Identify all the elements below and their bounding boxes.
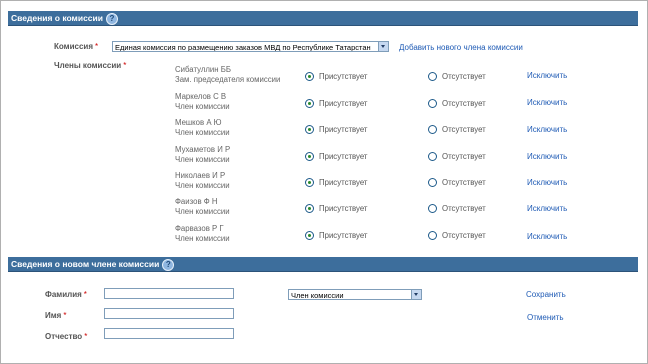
absent-radio[interactable]	[428, 178, 437, 187]
member-role: Член комиссии	[175, 128, 230, 137]
absent-radio[interactable]	[428, 152, 437, 161]
member-info: Мухаметов И Р Член комиссии	[175, 145, 230, 165]
commission-select[interactable]: Единая комиссия по размещению заказов МВ…	[112, 41, 389, 52]
absent-label: Отсутствует	[442, 178, 486, 187]
member-role: Член комиссии	[175, 155, 230, 164]
member-row: Фаизов Ф Н Член комиссии Присутствует От…	[0, 197, 648, 223]
present-label: Присутствует	[319, 125, 368, 134]
commission-label: Комиссия *	[54, 42, 98, 51]
cancel-link[interactable]: Отменить	[527, 313, 564, 322]
exclude-link[interactable]: Исключить	[527, 98, 567, 107]
present-radio[interactable]	[305, 152, 314, 161]
member-info: Мешков А Ю Член комиссии	[175, 118, 230, 138]
absent-radio[interactable]	[428, 72, 437, 81]
member-name: Николаев И Р	[175, 171, 226, 180]
commission-section-header: Сведения о комиссии?	[8, 11, 638, 26]
absent-label: Отсутствует	[442, 204, 486, 213]
exclude-link[interactable]: Исключить	[527, 204, 567, 213]
absent-label: Отсутствует	[442, 72, 486, 81]
member-role: Член комиссии	[175, 207, 230, 216]
present-label: Присутствует	[319, 152, 368, 161]
commission-section-title: Сведения о комиссии	[11, 13, 103, 23]
present-label: Присутствует	[319, 204, 368, 213]
present-radio[interactable]	[305, 72, 314, 81]
exclude-link[interactable]: Исключить	[527, 152, 567, 161]
role-select[interactable]: Член комиссии	[288, 289, 422, 300]
surname-label-text: Фамилия	[45, 290, 82, 299]
help-icon[interactable]: ?	[162, 258, 175, 271]
save-link[interactable]: Сохранить	[526, 290, 566, 299]
role-select-value: Член комиссии	[291, 291, 344, 300]
member-role: Член комиссии	[175, 181, 230, 190]
member-row: Николаев И Р Член комиссии Присутствует …	[0, 171, 648, 197]
required-mark: *	[83, 290, 87, 299]
member-role: Зам. председателя комиссии	[175, 75, 281, 84]
patronymic-label-text: Отчество	[45, 332, 83, 341]
present-radio[interactable]	[305, 231, 314, 240]
present-radio[interactable]	[305, 178, 314, 187]
absent-label: Отсутствует	[442, 99, 486, 108]
absent-label: Отсутствует	[442, 125, 486, 134]
absent-radio[interactable]	[428, 231, 437, 240]
required-mark: *	[94, 42, 99, 51]
absent-label: Отсутствует	[442, 231, 486, 240]
exclude-link[interactable]: Исключить	[527, 178, 567, 187]
member-row: Фарвазов Р Г Член комиссии Присутствует …	[0, 224, 648, 250]
member-row: Маркелов С В Член комиссии Присутствует …	[0, 92, 648, 118]
member-name: Сибатуллин ББ	[175, 65, 231, 74]
chevron-down-icon[interactable]	[378, 42, 388, 51]
help-icon[interactable]: ?	[105, 12, 118, 25]
commission-select-value: Единая комиссия по размещению заказов МВ…	[115, 43, 371, 52]
member-info: Маркелов С В Член комиссии	[175, 92, 230, 112]
member-name: Мухаметов И Р	[175, 145, 231, 154]
name-input[interactable]	[104, 308, 234, 319]
patronymic-input[interactable]	[104, 328, 234, 339]
new-member-section-title: Сведения о новом члене комиссии	[11, 259, 160, 269]
exclude-link[interactable]: Исключить	[527, 125, 567, 134]
member-name: Маркелов С В	[175, 92, 227, 101]
present-label: Присутствует	[319, 99, 368, 108]
exclude-link[interactable]: Исключить	[527, 232, 567, 241]
present-radio[interactable]	[305, 204, 314, 213]
member-info: Фарвазов Р Г Член комиссии	[175, 224, 230, 244]
name-label: Имя *	[45, 311, 66, 320]
present-label: Присутствует	[319, 231, 368, 240]
commission-label-text: Комиссия	[54, 42, 93, 51]
member-role: Член комиссии	[175, 234, 230, 243]
member-row: Сибатуллин ББ Зам. председателя комиссии…	[0, 65, 648, 91]
new-member-section-header: Сведения о новом члене комиссии?	[8, 257, 638, 272]
absent-radio[interactable]	[428, 204, 437, 213]
member-info: Фаизов Ф Н Член комиссии	[175, 197, 230, 217]
name-label-text: Имя	[45, 311, 62, 320]
member-info: Сибатуллин ББ Зам. председателя комиссии	[175, 65, 280, 85]
patronymic-label: Отчество *	[45, 332, 87, 341]
present-radio[interactable]	[305, 99, 314, 108]
surname-label: Фамилия *	[45, 290, 87, 299]
chevron-down-icon[interactable]	[411, 290, 421, 299]
required-mark: *	[84, 332, 88, 341]
surname-input[interactable]	[104, 288, 234, 299]
member-name: Фарвазов Р Г	[175, 224, 224, 233]
present-radio[interactable]	[305, 125, 314, 134]
add-member-link[interactable]: Добавить нового члена комиссии	[399, 43, 523, 52]
absent-radio[interactable]	[428, 99, 437, 108]
member-name: Фаизов Ф Н	[175, 197, 218, 206]
exclude-link[interactable]: Исключить	[527, 71, 567, 80]
required-mark: *	[63, 311, 67, 320]
absent-label: Отсутствует	[442, 152, 486, 161]
member-info: Николаев И Р Член комиссии	[175, 171, 230, 191]
present-label: Присутствует	[319, 72, 368, 81]
member-name: Мешков А Ю	[175, 118, 222, 127]
member-row: Мешков А Ю Член комиссии Присутствует От…	[0, 118, 648, 144]
present-label: Присутствует	[319, 178, 368, 187]
member-role: Член комиссии	[175, 102, 230, 111]
member-row: Мухаметов И Р Член комиссии Присутствует…	[0, 145, 648, 171]
absent-radio[interactable]	[428, 125, 437, 134]
